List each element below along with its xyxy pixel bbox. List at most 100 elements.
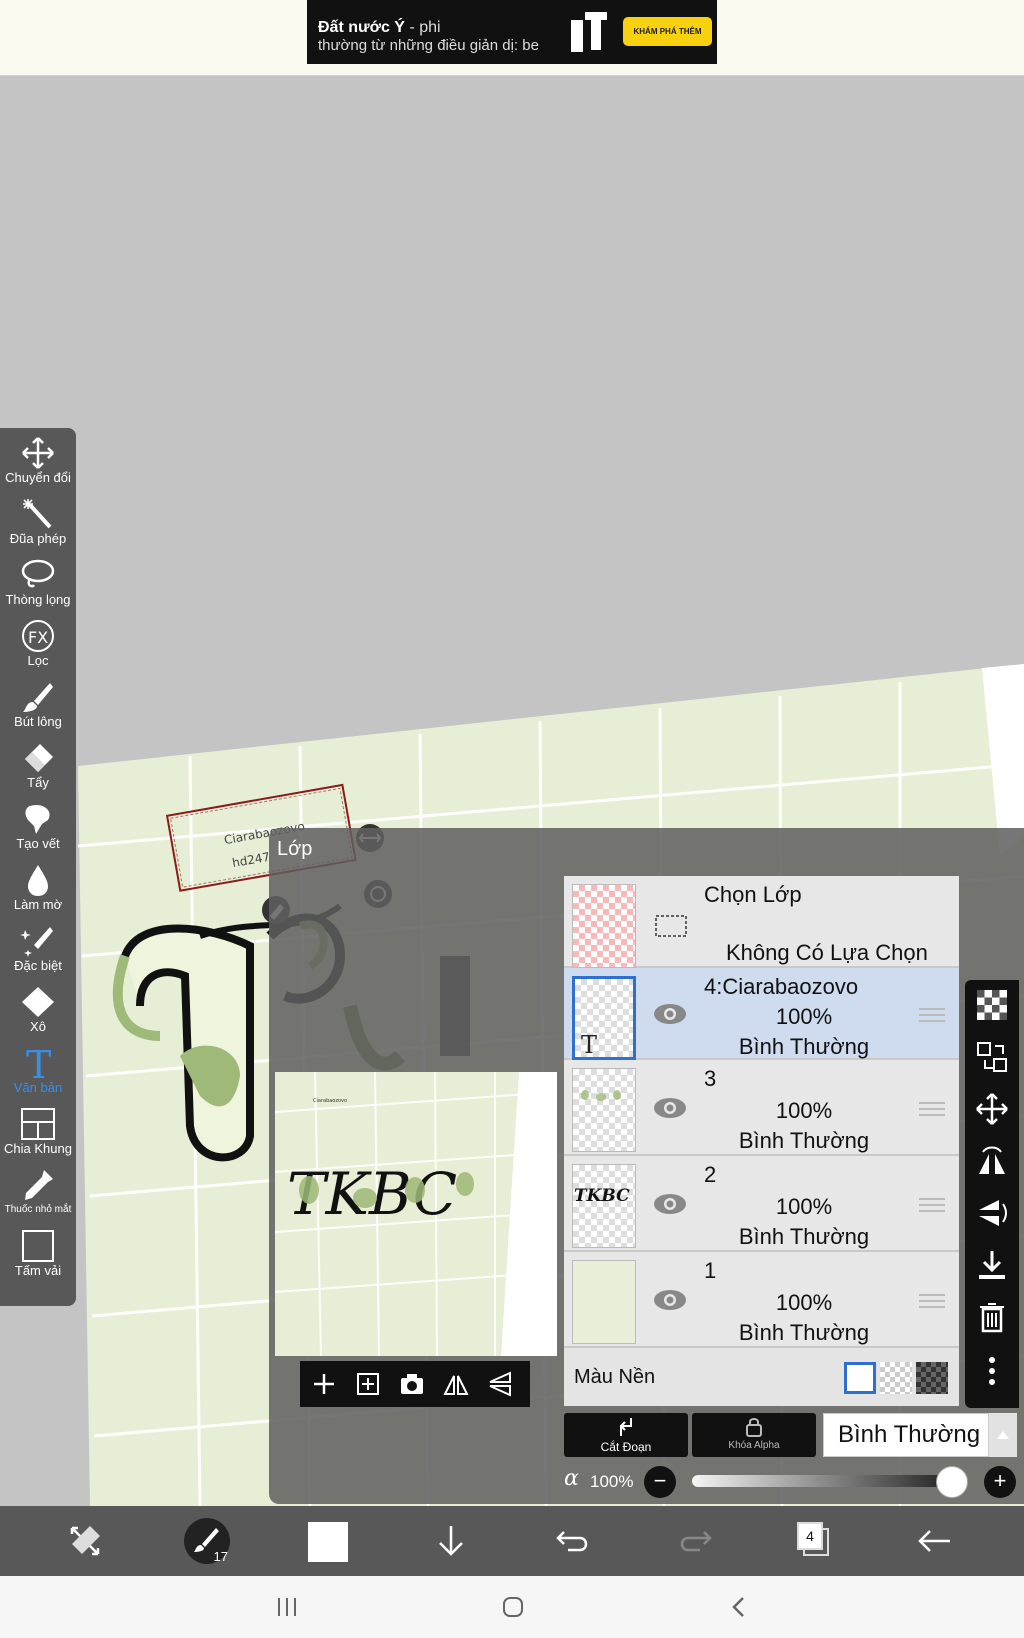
blend-mode-arrow[interactable] [989, 1413, 1017, 1457]
eye-icon[interactable] [652, 1192, 688, 1216]
layer-name: 3 [704, 1066, 717, 1091]
layer-row[interactable]: 3 100% Bình Thường [564, 1060, 959, 1156]
eye-icon[interactable] [652, 1002, 688, 1026]
recent-apps-icon[interactable] [272, 1594, 302, 1620]
camera-icon[interactable] [398, 1370, 426, 1398]
tool-bucket[interactable]: Xô [0, 977, 76, 1038]
tool-special[interactable]: Đặc biệt [0, 916, 76, 977]
ad-cta-button[interactable]: KHÁM PHÁ THÊM [623, 17, 712, 46]
layer-thumbnail [572, 1260, 636, 1344]
ad-banner[interactable]: Đất nước Ý - phi thường từ những điều gi… [307, 0, 717, 64]
system-back-icon[interactable] [724, 1594, 754, 1620]
drag-handle-icon[interactable] [919, 1196, 945, 1214]
home-icon[interactable] [498, 1594, 528, 1620]
tool-label: Làm mờ [13, 897, 63, 912]
tool-smudge[interactable]: Tạo vết [0, 794, 76, 855]
svg-text:Ciarabaozovo: Ciarabaozovo [313, 1098, 347, 1104]
tool-canvas[interactable]: Tấm vải [0, 1221, 76, 1282]
layer-row[interactable]: 1 100% Bình Thường [564, 1252, 959, 1348]
alpha-symbol: α [564, 1466, 579, 1491]
clipping-label: Cắt Đoạn [600, 1440, 652, 1454]
tool-filter[interactable]: FX Lọc [0, 611, 76, 672]
selection-status: Không Có Lựa Chọn [726, 940, 928, 965]
more-options-icon[interactable] [975, 1354, 1009, 1388]
flip-layer-horizontal-icon[interactable] [975, 1144, 1009, 1178]
eye-icon[interactable] [652, 1096, 688, 1120]
opacity-decrease-button[interactable]: − [644, 1466, 676, 1498]
lock-icon [746, 1418, 762, 1437]
opacity-slider-knob[interactable] [936, 1466, 968, 1498]
smudge-icon [25, 804, 50, 834]
drag-handle-icon[interactable] [919, 1292, 945, 1310]
layer-action-bar [300, 1361, 530, 1407]
clipping-arrow-icon [619, 1418, 632, 1436]
text-icon: T [26, 1046, 51, 1080]
merge-down-icon[interactable] [975, 1248, 1009, 1282]
clipping-button[interactable]: Cắt Đoạn [564, 1413, 688, 1457]
undo-icon[interactable] [550, 1518, 596, 1564]
layer-row[interactable]: TKBC 2 100% Bình Thường [564, 1156, 959, 1252]
layer-row[interactable]: T 4:Ciarabaozovo 100% Bình Thường [564, 968, 959, 1060]
background-color-label: Màu Nền [574, 1366, 656, 1388]
triangle-up-icon [997, 1431, 1009, 1439]
move-layer-icon[interactable] [975, 1092, 1009, 1126]
lasso-icon [21, 559, 55, 588]
tool-label: Văn bản [13, 1080, 63, 1095]
flip-vertical-icon[interactable] [486, 1370, 514, 1398]
brush-size-button[interactable]: 17 [184, 1518, 230, 1564]
canvas-icon [22, 1230, 54, 1262]
layers-button[interactable]: 4 [797, 1522, 831, 1558]
arrow-down-icon[interactable] [428, 1518, 474, 1564]
add-layer-copy-icon[interactable] [354, 1370, 382, 1398]
bottom-toolbar: 17 4 [0, 1506, 1024, 1576]
alpha-lock-button[interactable]: Khóa Alpha [692, 1413, 816, 1457]
tool-label: Tạo vết [16, 836, 60, 851]
tool-eyedropper[interactable]: Thuốc nhỏ mắt [0, 1160, 76, 1221]
layer-transfer-icon[interactable] [975, 1040, 1009, 1074]
tool-label: Chuyển đổi [5, 470, 71, 485]
layer-blend-mode: Bình Thường [738, 1128, 870, 1153]
color-swatch[interactable] [308, 1522, 348, 1562]
selection-layer-row[interactable]: Chọn Lớp Không Có Lựa Chọn [564, 876, 959, 968]
tool-magic-wand[interactable]: Đũa phép [0, 489, 76, 550]
opacity-slider[interactable] [692, 1475, 952, 1487]
flip-layer-vertical-icon[interactable] [975, 1196, 1009, 1230]
tool-frame-divider[interactable]: Chia Khung [0, 1099, 76, 1160]
tool-label: Xô [30, 1019, 46, 1034]
ad-area: Đất nước Ý - phi thường từ những điều gi… [0, 0, 1024, 76]
eraser-icon [25, 744, 53, 772]
background-white-swatch[interactable] [844, 1362, 876, 1394]
tool-text[interactable]: T Văn bản [0, 1038, 76, 1099]
tool-eraser[interactable]: Tẩy [0, 733, 76, 794]
layer-list: Chọn Lớp Không Có Lựa Chọn T 4:Ciarabaoz… [564, 876, 959, 1406]
eye-icon[interactable] [652, 1288, 688, 1312]
tool-label: Tẩy [27, 775, 49, 790]
layer-opacity: 100% [775, 1194, 833, 1219]
opacity-increase-button[interactable]: + [984, 1466, 1016, 1498]
tool-transform[interactable]: Chuyển đổi [0, 428, 76, 489]
background-transparent-swatch[interactable] [880, 1362, 912, 1394]
dashed-selection-icon [655, 915, 687, 937]
trash-icon[interactable] [975, 1300, 1009, 1334]
add-layer-icon[interactable] [310, 1370, 338, 1398]
system-navigation-bar [0, 1576, 1024, 1638]
tool-label: Đũa phép [9, 531, 67, 546]
redo-icon[interactable] [672, 1518, 718, 1564]
tool-blur[interactable]: Làm mờ [0, 855, 76, 916]
svg-text:FX: FX [28, 628, 48, 647]
drag-handle-icon[interactable] [919, 1100, 945, 1118]
background-dark-swatch[interactable] [916, 1362, 948, 1394]
bucket-icon [22, 987, 54, 1017]
blend-mode-select[interactable]: Bình Thường [823, 1413, 989, 1457]
quick-transform-icon[interactable] [62, 1518, 108, 1564]
tool-brush[interactable]: Bút lông [0, 672, 76, 733]
transparency-checker-icon[interactable] [975, 988, 1009, 1022]
back-arrow-icon[interactable] [912, 1518, 958, 1564]
tool-lasso[interactable]: Thòng lọng [0, 550, 76, 611]
drag-handle-icon[interactable] [919, 1006, 945, 1024]
brush-icon [23, 683, 53, 712]
flip-horizontal-icon[interactable] [442, 1370, 470, 1398]
eyedropper-icon [25, 1170, 53, 1200]
layer-opacity: 100% [775, 1004, 833, 1029]
tool-label: Thuốc nhỏ mắt [4, 1204, 72, 1215]
